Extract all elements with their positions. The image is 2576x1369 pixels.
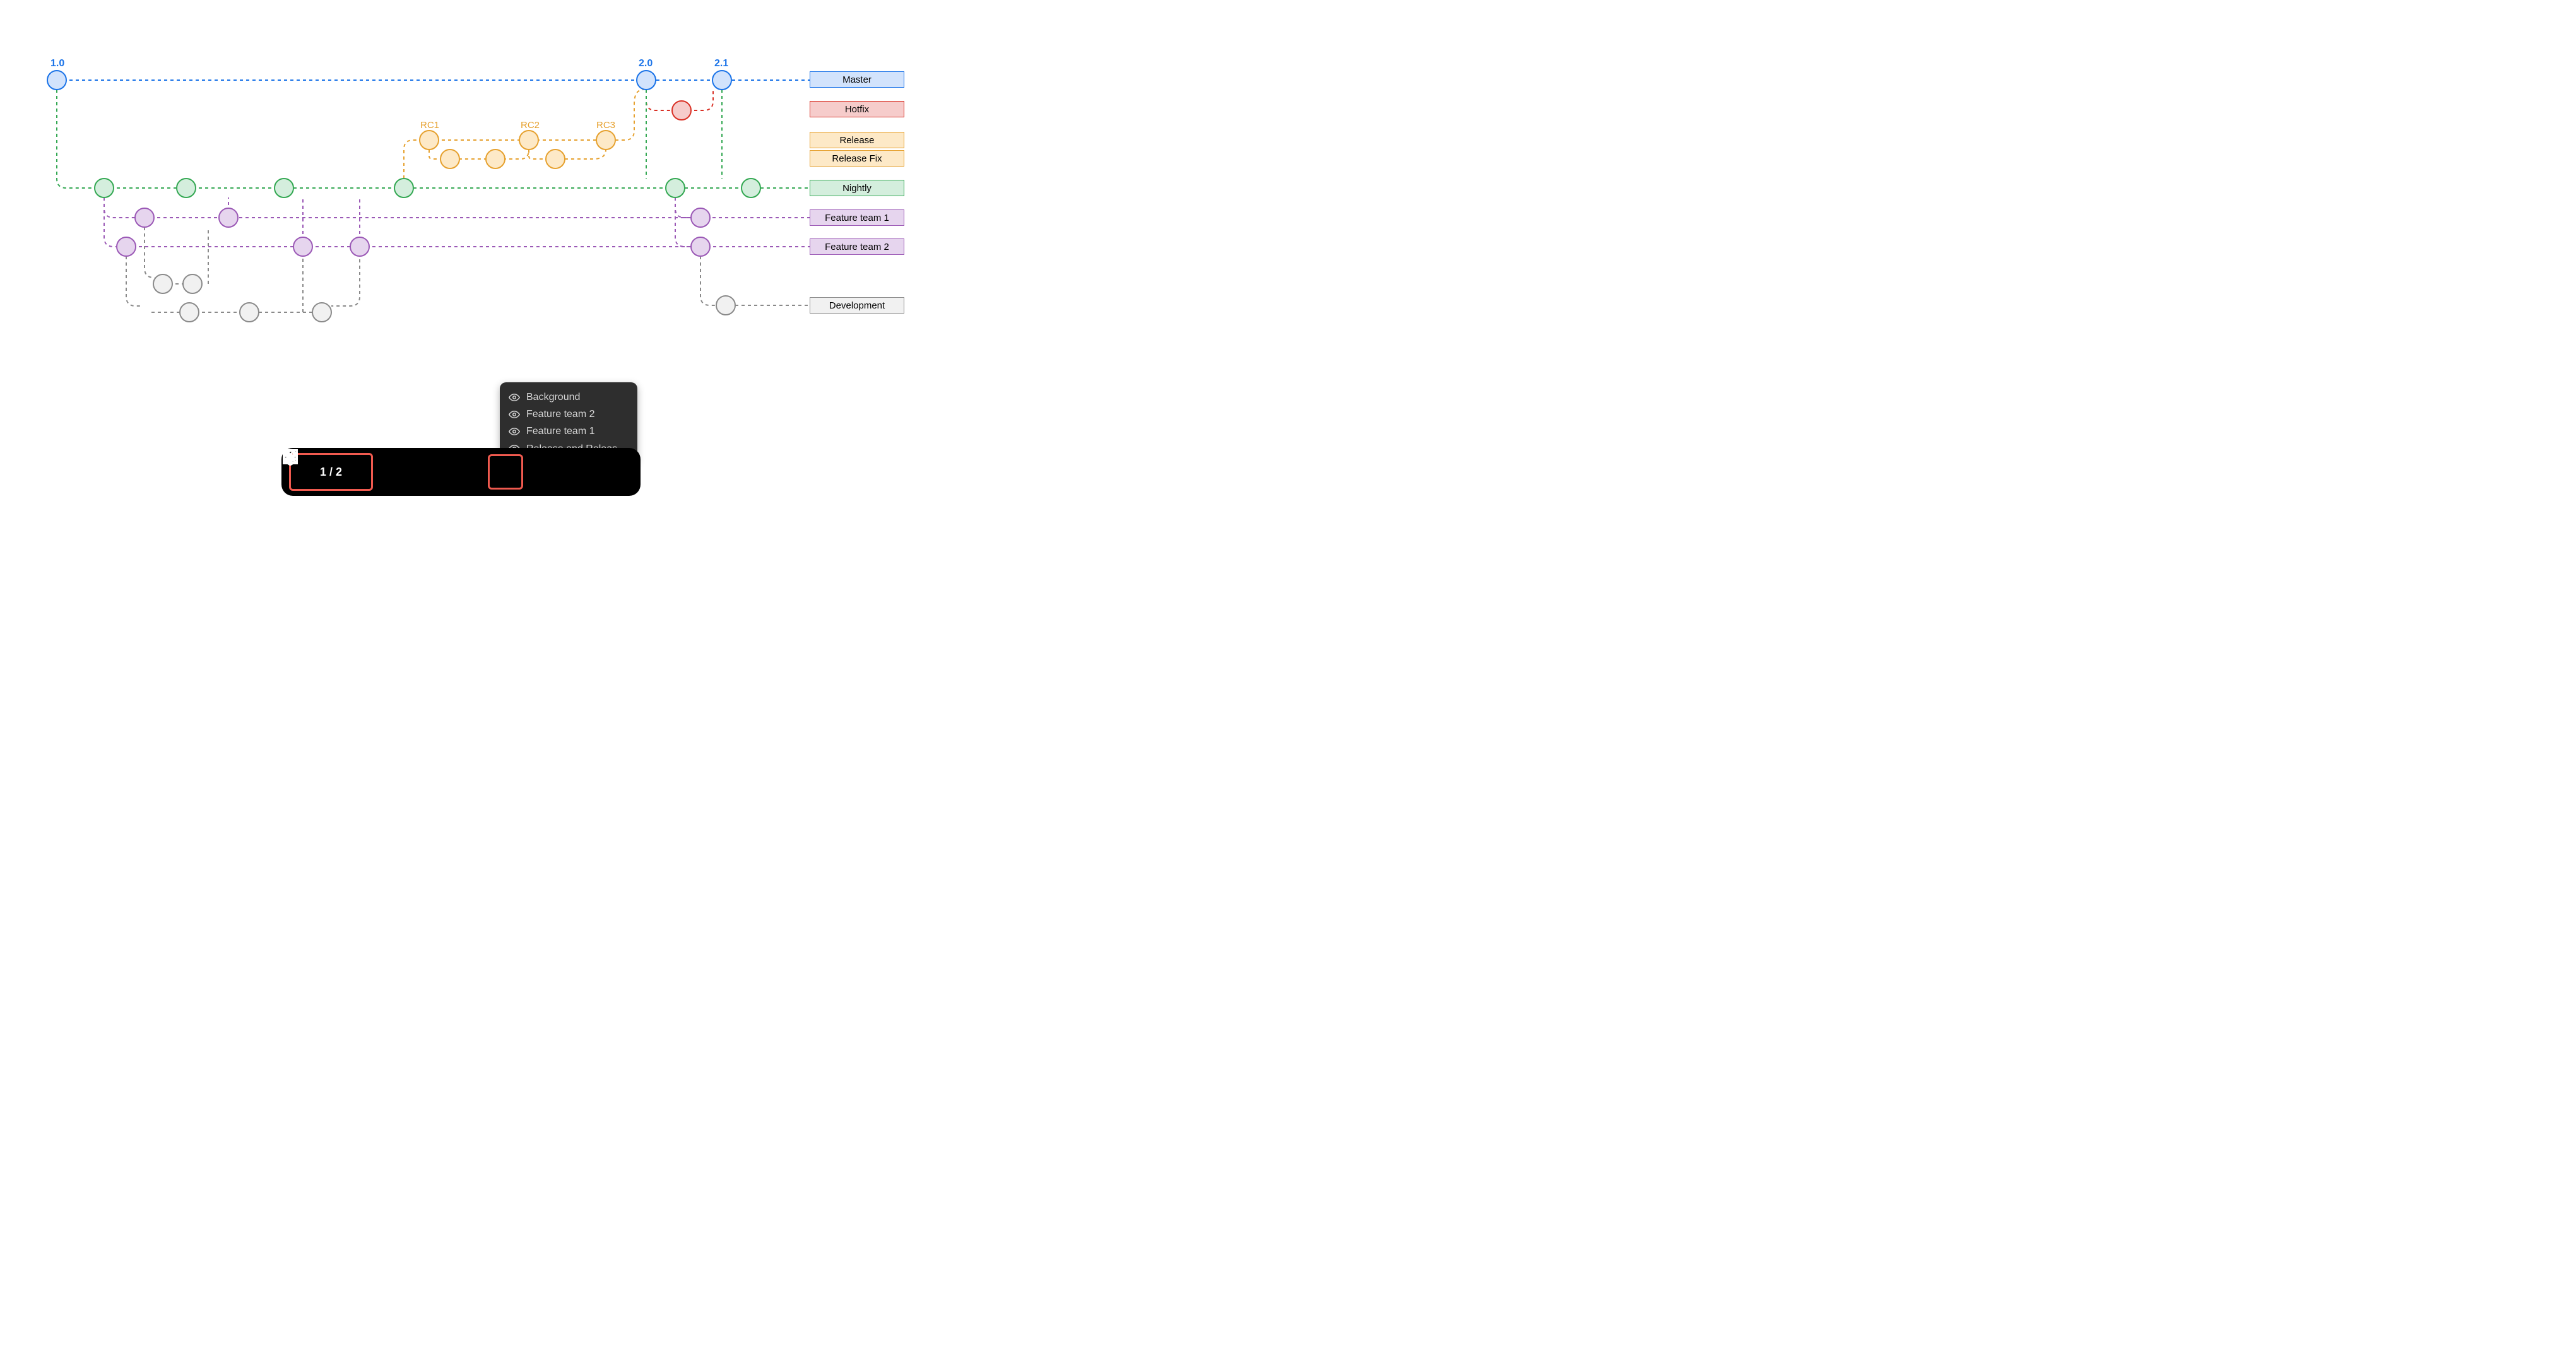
diagram-canvas[interactable]: Master Hotfix Release Release Fix Nightl… — [0, 0, 947, 505]
layers-button[interactable] — [488, 454, 523, 490]
layer-row-ft1[interactable]: Feature team 1 — [509, 423, 629, 440]
eye-icon — [509, 392, 520, 403]
layer-row-ft2[interactable]: Feature team 2 — [509, 406, 629, 423]
zoom-out-button[interactable] — [378, 456, 410, 488]
viewer-toolbar: 1 / 2 — [281, 448, 641, 496]
page-navigator: 1 / 2 — [289, 453, 373, 491]
edit-button[interactable] — [601, 456, 633, 488]
eye-icon — [509, 426, 520, 437]
layer-row-background[interactable]: Background — [509, 389, 629, 406]
screenshot-button[interactable] — [565, 456, 596, 488]
next-page-button[interactable] — [346, 456, 369, 488]
print-button[interactable] — [528, 456, 560, 488]
pencil-icon — [281, 448, 299, 466]
fit-screen-button[interactable] — [451, 456, 483, 488]
eye-icon — [509, 409, 520, 420]
zoom-in-button[interactable] — [415, 456, 446, 488]
page-indicator: 1 / 2 — [316, 466, 346, 479]
diagram-svg: .d{stroke-dasharray:5 5;fill:none;stroke… — [0, 0, 947, 505]
